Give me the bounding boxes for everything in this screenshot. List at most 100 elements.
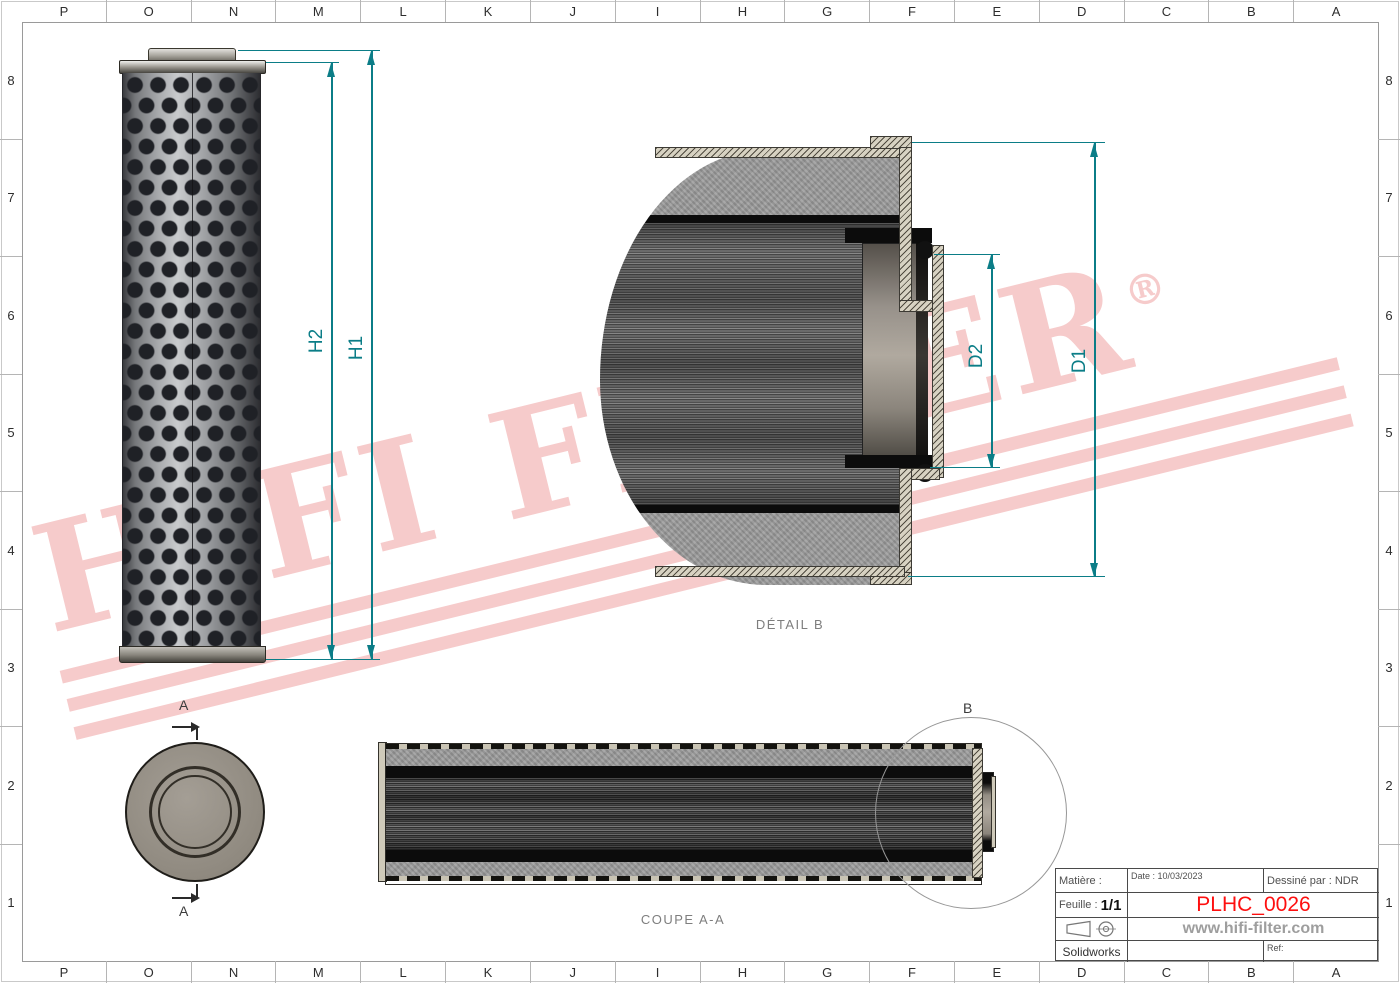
section-a-label-bottom: A [179,903,188,919]
part-number-cell: PLHC_0026 [1128,893,1379,918]
grid-letters-top: PONMLKJIHGFEDCBA [22,0,1378,22]
bottom-end-cap [119,646,266,663]
coupe-serration-bottom [386,876,981,881]
grid-number-3: 3 [1378,609,1400,727]
grid-letter-N: N [191,0,276,22]
top-view-ring-inner [158,775,232,849]
shell-right-wall-top [899,147,912,312]
projection-symbol-icon [1063,920,1121,938]
grid-number-2: 2 [0,726,22,844]
grid-letter-L: L [360,961,445,983]
d1-extension-top [912,142,1105,143]
grid-letter-F: F [869,961,954,983]
drawing-sheet: PONMLKJIHGFEDCBA PONMLKJIHGFEDCBA 876543… [0,0,1400,983]
grid-letter-O: O [106,961,191,983]
front-view-filter-element [119,45,269,665]
grid-letter-D: D [1039,0,1124,22]
bore-black-band-top [845,228,932,243]
software-cell: Solidworks [1056,941,1128,962]
grid-letter-P: P [22,961,106,983]
grid-number-4: 4 [0,491,22,609]
section-line-top-v [196,726,198,740]
h-extension-bottom [266,659,380,660]
grid-letter-G: G [784,0,869,22]
grid-letter-O: O [106,0,191,22]
sheet-number: 1/1 [1101,897,1122,914]
detail-body [600,150,900,585]
detail-b-label: DÉTAIL B [700,617,880,632]
material-cell: Matière : [1056,869,1128,893]
grid-letter-J: J [530,961,615,983]
date-cell: Date : 10/03/2023 [1128,869,1264,893]
grid-letter-D: D [1039,961,1124,983]
detail-black-band-bottom [600,505,900,513]
d2-dimension-label: D2 [966,344,988,368]
h2-dimension-label: H2 [306,329,328,353]
shell-right-lip [932,245,944,478]
detail-circle-b-label: B [963,700,972,716]
detail-b-view [590,136,960,592]
grid-letter-K: K [445,961,530,983]
grid-letter-H: H [700,961,785,983]
h1-extension-top [238,50,380,51]
grid-letter-H: H [700,0,785,22]
grid-letter-M: M [275,961,360,983]
grid-letters-bottom: PONMLKJIHGFEDCBA [22,961,1378,983]
grid-letter-A: A [1293,961,1378,983]
h2-dimension-line [331,63,333,659]
d2-dimension-line [991,255,993,468]
d1-arrow-down [1090,563,1098,577]
grid-number-2: 2 [1378,726,1400,844]
grid-letter-C: C [1124,0,1209,22]
grid-letter-A: A [1293,0,1378,22]
detail-circle-b [875,717,1067,909]
grid-numbers-right: 87654321 [1378,22,1400,961]
d1-extension-bottom [908,576,1105,577]
h2-arrow-down [327,645,335,659]
grid-letter-G: G [784,961,869,983]
grid-letter-N: N [191,961,276,983]
top-end-cap [119,60,266,74]
bore-inner-dark-ring [916,243,928,468]
grid-letter-E: E [954,0,1039,22]
grid-letter-B: B [1208,961,1293,983]
grid-letter-L: L [360,0,445,22]
d1-arrow-up [1090,143,1098,157]
grid-number-6: 6 [1378,256,1400,374]
drawn-by-cell: Dessiné par : NDR [1264,869,1379,893]
d2-arrow-down [987,454,995,468]
title-block: Matière : Date : 10/03/2023 Dessiné par … [1055,868,1378,961]
detail-top-cap [600,150,900,215]
grid-number-1: 1 [1378,844,1400,962]
grid-letter-C: C [1124,961,1209,983]
grid-number-7: 7 [0,139,22,257]
h1-arrow-up [367,51,375,65]
d1-dimension-line [1094,143,1096,577]
grid-letter-I: I [615,961,700,983]
grid-number-8: 8 [0,22,22,139]
h1-dimension-label: H1 [346,336,368,360]
d1-dimension-label: D1 [1069,349,1091,373]
section-a-label-top: A [179,697,188,713]
projection-symbol-cell [1056,918,1128,941]
grid-letter-F: F [869,0,954,22]
shell-right-wall-bottom [899,468,912,578]
brand-cell [1128,941,1264,962]
grid-letter-B: B [1208,0,1293,22]
grid-letter-J: J [530,0,615,22]
grid-number-8: 8 [1378,22,1400,139]
website-cell: www.hifi-filter.com [1128,918,1379,941]
grid-letter-E: E [954,961,1039,983]
detail-black-band-top [600,215,900,223]
coupe-aa-label: COUPE A-A [593,912,773,927]
grid-letter-K: K [445,0,530,22]
grid-letter-I: I [615,0,700,22]
shell-bottom-strip [655,566,905,577]
ref-cell: Ref: [1264,941,1379,962]
section-arrow-bottom [191,893,200,903]
grid-letter-P: P [22,0,106,22]
grid-number-4: 4 [1378,491,1400,609]
grid-number-6: 6 [0,256,22,374]
grid-number-5: 5 [0,374,22,492]
sheet-cell: Feuille : 1/1 [1056,893,1128,918]
